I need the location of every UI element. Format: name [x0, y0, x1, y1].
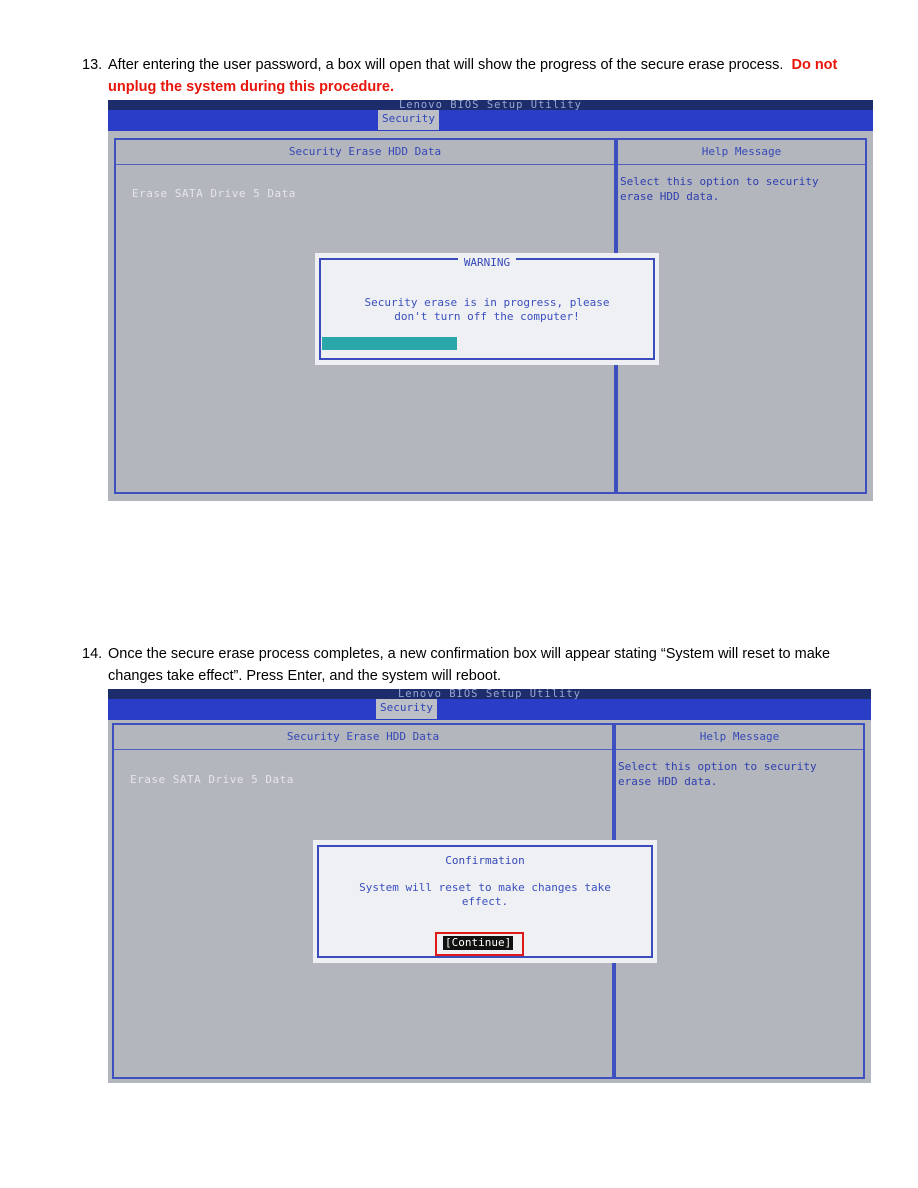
step-instruction: After entering the user password, a box …: [108, 57, 784, 73]
help-text: Select this option to security erase HDD…: [618, 760, 817, 788]
panel-title: Security Erase HDD Data: [116, 140, 614, 165]
bios-screenshot-confirmation: Lenovo BIOS Setup Utility Security Secur…: [108, 689, 871, 1083]
help-title: Help Message: [616, 725, 863, 750]
bios-screenshot-progress: Lenovo BIOS Setup Utility Security Secur…: [108, 100, 873, 501]
panel-title: Security Erase HDD Data: [114, 725, 612, 750]
step-number: 14.: [82, 646, 103, 662]
bios-tab-bar: Security: [108, 110, 873, 131]
bios-title: Lenovo BIOS Setup Utility: [108, 689, 871, 699]
step-text: After entering the user password, a box …: [108, 54, 868, 98]
tab-security[interactable]: Security: [378, 110, 439, 130]
bios-tab-bar: Security: [108, 699, 871, 720]
step-text: Once the secure erase process completes,…: [108, 646, 831, 684]
dialog-title: Confirmation: [445, 854, 525, 867]
confirmation-dialog: Confirmation System will reset to make c…: [313, 840, 657, 963]
step-number: 13.: [82, 57, 103, 73]
progress-fill: [322, 337, 457, 350]
bios-title: Lenovo BIOS Setup Utility: [108, 100, 873, 110]
help-text: Select this option to security erase HDD…: [620, 175, 819, 203]
dialog-title: WARNING: [315, 256, 659, 269]
help-title: Help Message: [618, 140, 865, 165]
continue-button[interactable]: [Continue]: [443, 936, 514, 950]
erase-progress-bar: [322, 337, 651, 350]
tab-security[interactable]: Security: [376, 699, 437, 719]
menu-item-erase-drive[interactable]: Erase SATA Drive 5 Data: [130, 773, 294, 786]
warning-dialog: WARNING Security erase is in progress, p…: [315, 253, 659, 365]
dialog-message: System will reset to make changes take e…: [359, 881, 611, 908]
dialog-message: Security erase is in progress, please do…: [364, 296, 610, 323]
menu-item-erase-drive[interactable]: Erase SATA Drive 5 Data: [132, 187, 296, 200]
